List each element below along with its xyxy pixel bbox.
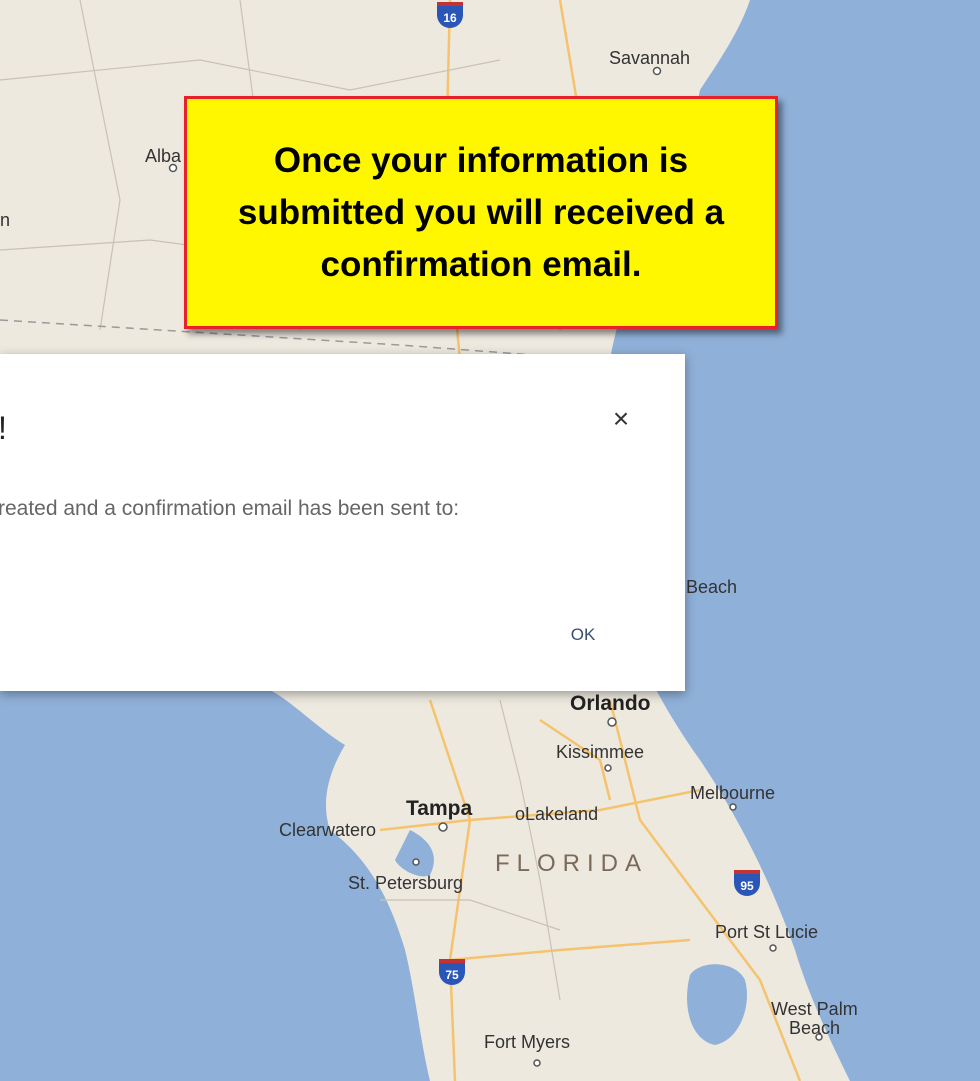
dialog-title: !	[0, 410, 7, 447]
map-label-port-st-lucie: Port St Lucie	[715, 922, 819, 942]
map-label-west-palm: West Palm	[771, 999, 858, 1019]
callout-text: Once your information is submitted you w…	[237, 140, 725, 284]
map-label-clearwater: Clearwatero	[279, 820, 377, 840]
map-label-fort-myers: Fort Myers	[484, 1032, 571, 1052]
map-label-kissimmee: Kissimmee	[556, 742, 645, 762]
map-label-melbourne: Melbourne	[690, 783, 776, 803]
map-label-savannah: Savannah	[609, 48, 691, 68]
map-label-lakeland: oLakeland	[515, 804, 599, 824]
instruction-callout: Once your information is submitted you w…	[184, 96, 778, 329]
interstate-16-shield: 16	[437, 2, 463, 28]
map-label-orlando: Orlando	[570, 692, 651, 715]
map-label-st-petersburg: St. Petersburg	[348, 873, 464, 893]
map-label-edge: n	[0, 210, 11, 230]
interstate-95-shield: 95	[734, 870, 760, 896]
map-label-tampa: Tampa	[406, 797, 473, 820]
map-label-albany: Alba	[145, 146, 182, 166]
map-label-florida: FLORIDA	[495, 850, 649, 877]
ok-button[interactable]: OK	[556, 618, 610, 652]
interstate-75-shield: 75	[439, 959, 465, 985]
close-icon[interactable]: ×	[606, 404, 636, 434]
map-label-beach: Beach	[686, 577, 738, 597]
dialog-message: reated and a confirmation email has been…	[0, 497, 460, 520]
map-label-west-palm-beach: Beach	[789, 1018, 841, 1038]
